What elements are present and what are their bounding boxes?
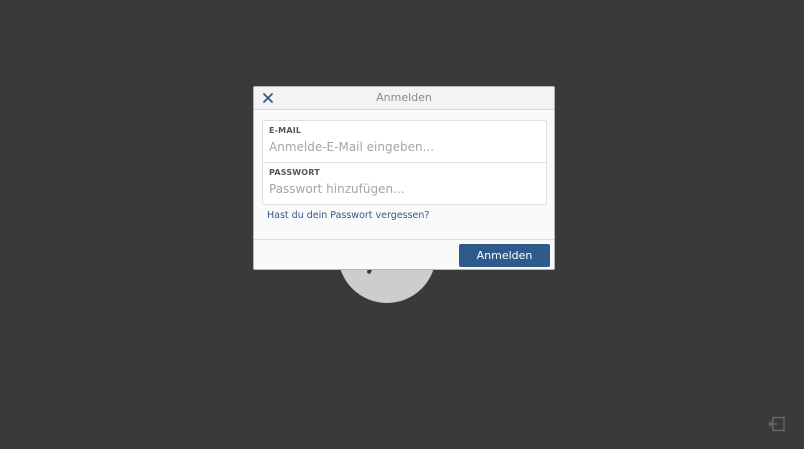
- login-dialog: Anmelden E-MAIL PASSWORT Hast du dein Pa…: [253, 86, 555, 270]
- forgot-password-link[interactable]: Hast du dein Passwort vergessen?: [267, 210, 429, 221]
- email-label: E-MAIL: [269, 126, 302, 135]
- dialog-footer: Anmelden: [254, 239, 554, 269]
- dialog-header: Anmelden: [254, 87, 554, 110]
- email-input[interactable]: [268, 138, 540, 156]
- email-field-group: E-MAIL: [263, 121, 546, 163]
- exit-icon: [768, 416, 785, 432]
- password-input[interactable]: [268, 180, 540, 198]
- dialog-title: Anmelden: [376, 91, 432, 104]
- login-button[interactable]: Anmelden: [459, 244, 550, 267]
- exit-button[interactable]: [768, 416, 786, 432]
- password-field-group: PASSWORT: [263, 163, 546, 205]
- password-label: PASSWORT: [269, 168, 320, 177]
- app-stage: Anmelden E-MAIL PASSWORT Hast du dein Pa…: [0, 0, 804, 449]
- login-form: E-MAIL PASSWORT: [262, 120, 547, 205]
